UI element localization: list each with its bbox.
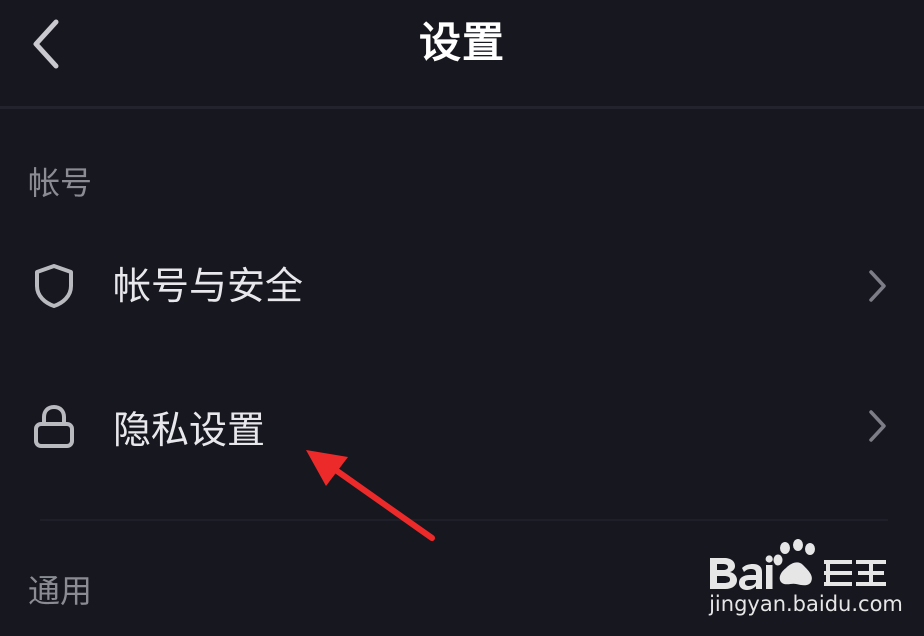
baidu-watermark: jingyan.baidu.com bbox=[706, 538, 906, 628]
page-title: 设置 bbox=[418, 18, 505, 67]
chevron-right-icon bbox=[869, 270, 886, 302]
red-arrow-annotation bbox=[306, 450, 435, 541]
shield-icon bbox=[35, 264, 73, 308]
top-app-bar: 设置 bbox=[0, 0, 924, 109]
section-label-account: 帐号 bbox=[28, 164, 93, 202]
header-divider bbox=[0, 106, 924, 109]
lock-icon bbox=[34, 404, 74, 448]
chevron-right-icon bbox=[869, 410, 886, 442]
settings-item-account-security[interactable]: 帐号与安全 bbox=[0, 232, 924, 342]
section-label-general: 通用 bbox=[28, 572, 93, 610]
settings-item-label: 隐私设置 bbox=[113, 408, 266, 452]
settings-item-privacy[interactable]: 隐私设置 bbox=[0, 372, 924, 482]
baidu-jingyan-logo bbox=[710, 539, 886, 590]
watermark-url: jingyan.baidu.com bbox=[709, 592, 903, 616]
settings-item-label: 帐号与安全 bbox=[113, 264, 304, 308]
section-divider bbox=[40, 519, 888, 521]
